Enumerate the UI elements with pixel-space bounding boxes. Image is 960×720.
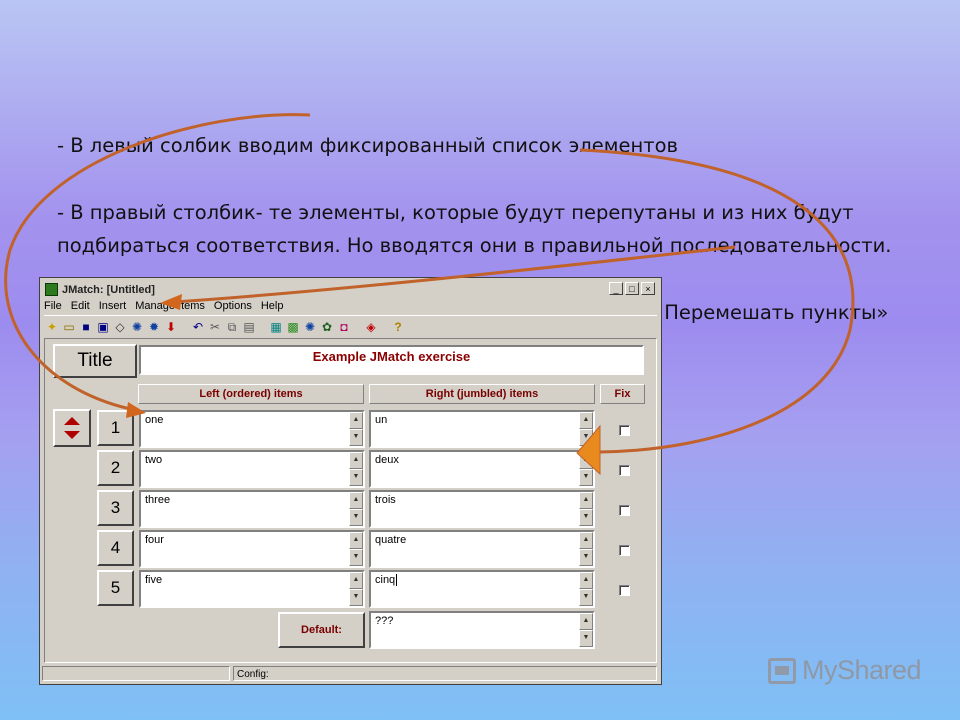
save-as-icon[interactable]: ▣ (95, 319, 111, 335)
maximize-button[interactable]: □ (625, 282, 639, 295)
instruction-line-1: - В левый солбик вводим фиксированный сп… (57, 133, 679, 157)
logo-text: MyShared (802, 655, 922, 685)
left-item-input[interactable]: two ▲ ▼ (139, 450, 365, 488)
title-bar: JMatch: [Untitled] _ □ × (42, 280, 659, 299)
paste-icon[interactable]: ▤ (241, 319, 257, 335)
save-icon[interactable]: ■ (78, 319, 94, 335)
scroll-down-icon[interactable]: ▼ (579, 469, 593, 486)
scroll-up-icon[interactable]: ▲ (579, 572, 593, 589)
cut-icon[interactable]: ✂ (207, 319, 223, 335)
scroll-down-icon[interactable]: ▼ (349, 589, 363, 606)
right-item-text: un (375, 414, 388, 426)
title-input[interactable]: Example JMatch exercise (139, 345, 644, 375)
config-icon[interactable]: ▦ (268, 319, 284, 335)
left-item-text: three (145, 494, 171, 506)
left-item-input[interactable]: five ▲ ▼ (139, 570, 365, 608)
scroll-up-icon[interactable]: ▲ (349, 452, 363, 469)
jmatch-window: JMatch: [Untitled] _ □ × File Edit Inser… (39, 277, 662, 685)
eraser-icon[interactable]: ◇ (112, 319, 128, 335)
scroll-down-icon[interactable]: ▼ (579, 509, 593, 526)
left-item-input[interactable]: one ▲ ▼ (139, 410, 365, 448)
minimize-button[interactable]: _ (609, 282, 623, 295)
window-title: JMatch: [Untitled] (62, 283, 155, 296)
jmatch-app-icon (45, 283, 58, 296)
fix-checkbox[interactable] (619, 585, 630, 596)
copy-icon[interactable]: ⧉ (224, 319, 240, 335)
new-icon[interactable]: ✦ (44, 319, 60, 335)
hot-potatoes-icon[interactable]: ✿ (319, 319, 335, 335)
config-status: Config: (233, 666, 657, 681)
move-row-buttons[interactable] (53, 409, 91, 447)
scroll-up-icon[interactable]: ▲ (579, 492, 593, 509)
right-item-text: trois (375, 494, 396, 506)
right-item-text: quatre (375, 534, 407, 546)
scroll-up-icon[interactable]: ▲ (579, 412, 593, 429)
fix-checkbox[interactable] (619, 505, 630, 516)
default-label: Default: (278, 612, 365, 648)
scroll-up-icon[interactable]: ▲ (579, 532, 593, 549)
scroll-down-icon[interactable]: ▼ (349, 509, 363, 526)
instruction-line-2: - В правый столбик- те элементы, которые… (57, 200, 892, 258)
right-item-input[interactable]: quatre ▲ ▼ (369, 530, 595, 568)
left-item-text: two (145, 454, 163, 466)
scroll-down-icon[interactable]: ▼ (349, 549, 363, 566)
scroll-up-icon[interactable]: ▲ (349, 532, 363, 549)
scroll-up-icon[interactable]: ▲ (349, 412, 363, 429)
myshared-logo: MyShared (768, 655, 922, 686)
row-number-button[interactable]: 5 (97, 570, 134, 606)
fix-checkbox[interactable] (619, 465, 630, 476)
right-item-input[interactable]: deux ▲ ▼ (369, 450, 595, 488)
undo-icon[interactable]: ↶ (190, 319, 206, 335)
status-pane (42, 666, 230, 681)
scroll-down-icon[interactable]: ▼ (579, 630, 593, 647)
default-text: ??? (375, 615, 394, 627)
open-icon[interactable]: ▭ (61, 319, 77, 335)
fix-checkbox[interactable] (619, 545, 630, 556)
scroll-down-icon[interactable]: ▼ (349, 469, 363, 486)
scroll-down-icon[interactable]: ▼ (579, 589, 593, 606)
row-number-button[interactable]: 1 (97, 410, 134, 446)
status-bar: Config: (42, 666, 659, 682)
toolbar: ✦ ▭ ■ ▣ ◇ ✺ ✹ ⬇ ↶ ✂ ⧉ ▤ ▦ ▩ ✺ ✿ ◘ ◈ ? (44, 315, 657, 339)
logo-icon (768, 657, 796, 684)
scroll-up-icon[interactable]: ▲ (579, 613, 593, 630)
row-number-button[interactable]: 2 (97, 450, 134, 486)
move-down-icon[interactable] (64, 431, 80, 439)
window-controls: _ □ × (609, 282, 655, 295)
image-icon[interactable]: ▩ (285, 319, 301, 335)
left-item-input[interactable]: four ▲ ▼ (139, 530, 365, 568)
default-input[interactable]: ??? ▲ ▼ (369, 611, 595, 649)
gift-icon[interactable]: ◘ (336, 319, 352, 335)
web-page-alt-icon[interactable]: ✹ (146, 319, 162, 335)
export-icon[interactable]: ⬇ (163, 319, 179, 335)
left-item-text: four (145, 534, 164, 546)
right-item-input[interactable]: un ▲ ▼ (369, 410, 595, 448)
right-item-text: deux (375, 454, 399, 466)
title-button[interactable]: Title (53, 344, 137, 378)
move-up-icon[interactable] (64, 417, 80, 425)
row-number-button[interactable]: 4 (97, 530, 134, 566)
scroll-down-icon[interactable]: ▼ (349, 429, 363, 446)
close-button[interactable]: × (641, 282, 655, 295)
left-item-text: one (145, 414, 164, 426)
left-item-text: five (145, 574, 163, 586)
web-export-icon[interactable]: ✺ (302, 319, 318, 335)
left-items-header: Left (ordered) items (138, 384, 364, 404)
scroll-up-icon[interactable]: ▲ (579, 452, 593, 469)
right-item-input[interactable]: cinq ▲ ▼ (369, 570, 595, 608)
help-icon[interactable]: ? (390, 319, 406, 335)
left-item-input[interactable]: three ▲ ▼ (139, 490, 365, 528)
web-page-icon[interactable]: ✺ (129, 319, 145, 335)
row-number-button[interactable]: 3 (97, 490, 134, 526)
fix-header: Fix (600, 384, 645, 404)
scroll-up-icon[interactable]: ▲ (349, 492, 363, 509)
right-item-text: cinq (375, 574, 396, 586)
masher-icon[interactable]: ◈ (363, 319, 379, 335)
scroll-down-icon[interactable]: ▼ (579, 549, 593, 566)
scroll-down-icon[interactable]: ▼ (579, 429, 593, 446)
fix-checkbox[interactable] (619, 425, 630, 436)
right-items-header: Right (jumbled) items (369, 384, 595, 404)
scroll-up-icon[interactable]: ▲ (349, 572, 363, 589)
right-item-input[interactable]: trois ▲ ▼ (369, 490, 595, 528)
